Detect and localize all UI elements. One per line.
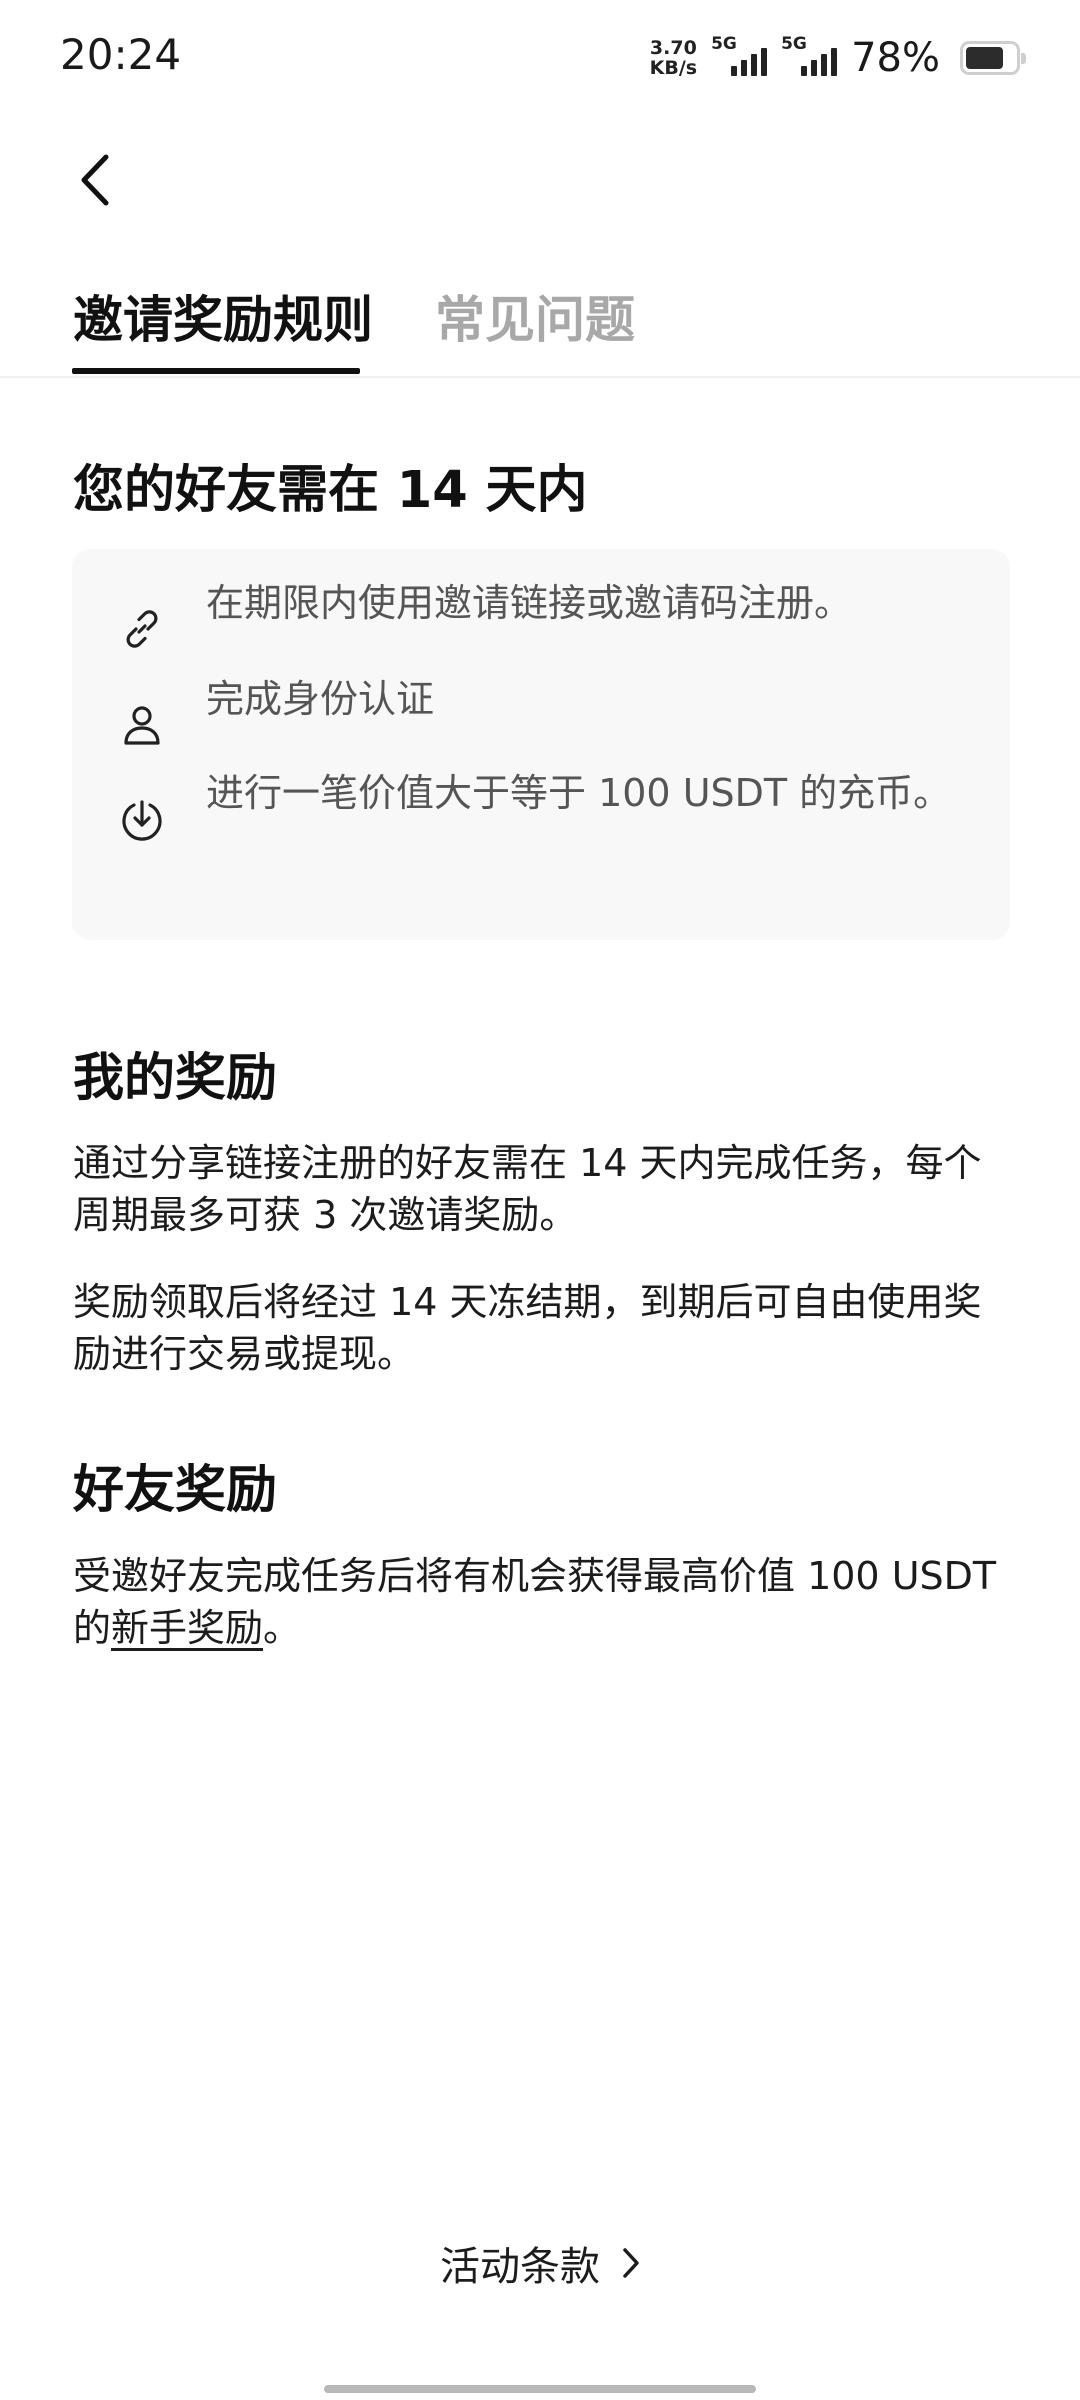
requirement-item-register: 在期限内使用邀请链接或邀请码注册。 [206, 581, 853, 625]
tab-faq[interactable]: 常见问题 [435, 280, 635, 352]
my-rewards-paragraph-1: 通过分享链接注册的好友需在 14 天内完成任务，每个周期最多可获 3 次邀请奖励… [73, 1141, 982, 1237]
network-speed-value: 3.70 [649, 37, 697, 59]
requirement-item-deposit: 进行一笔价值大于等于 100 USDT 的充币。 [206, 771, 952, 815]
status-bar: 20:24 3.70 KB/s 5G 5G 78% [0, 0, 1080, 115]
back-button[interactable] [70, 148, 120, 212]
home-indicator[interactable] [324, 2385, 756, 2393]
network-speed-unit: KB/s [649, 57, 698, 79]
link-icon [116, 603, 168, 655]
status-right-group: 3.70 KB/s 5G 5G 78% [650, 30, 1026, 86]
newbie-rewards-link[interactable]: 新手奖励 [111, 1606, 263, 1650]
status-time: 20:24 [60, 30, 182, 79]
activity-terms-link[interactable]: 活动条款 [0, 2234, 1080, 2292]
friend-rewards-text-end: 。 [263, 1606, 302, 1650]
my-rewards-paragraph-2: 奖励领取后将经过 14 天冻结期，到期后可自由使用奖励进行交易或提现。 [73, 1280, 982, 1376]
battery-percent: 78% [851, 35, 940, 81]
network-speed: 3.70 KB/s [650, 38, 697, 78]
chevron-left-icon [81, 154, 109, 206]
my-rewards-title: 我的奖励 [73, 1049, 278, 1108]
signal-icon-sim1: 5G [711, 34, 768, 80]
friend-rewards-paragraph: 受邀好友完成任务后将有机会获得最高价值 100 USDT 的新手奖励。 [73, 1550, 1013, 1654]
signal-bars-icon [801, 48, 838, 76]
invite-rules-page: 20:24 3.70 KB/s 5G 5G 78% 邀请奖励规则 常见问题 您的… [0, 0, 1080, 2400]
user-icon [116, 699, 168, 751]
tab-bar: 邀请奖励规则 常见问题 [0, 270, 1080, 378]
signal-icon-sim2: 5G [781, 34, 838, 80]
friend-rewards-title: 好友奖励 [73, 1461, 278, 1520]
tab-invite-rules[interactable]: 邀请奖励规则 [73, 280, 373, 352]
battery-fill [966, 47, 1003, 69]
download-circle-icon [116, 794, 168, 846]
chevron-right-icon [623, 2248, 639, 2278]
requirements-title: 您的好友需在 14 天内 [73, 461, 588, 520]
activity-terms-label: 活动条款 [440, 2244, 600, 2290]
requirement-item-kyc: 完成身份认证 [206, 677, 435, 721]
signal-bars-icon [731, 48, 768, 76]
requirements-card: 在期限内使用邀请链接或邀请码注册。 完成身份认证 进行一笔价值大于等于 100 … [72, 549, 1010, 940]
active-tab-indicator [72, 368, 360, 374]
battery-icon [960, 41, 1026, 75]
